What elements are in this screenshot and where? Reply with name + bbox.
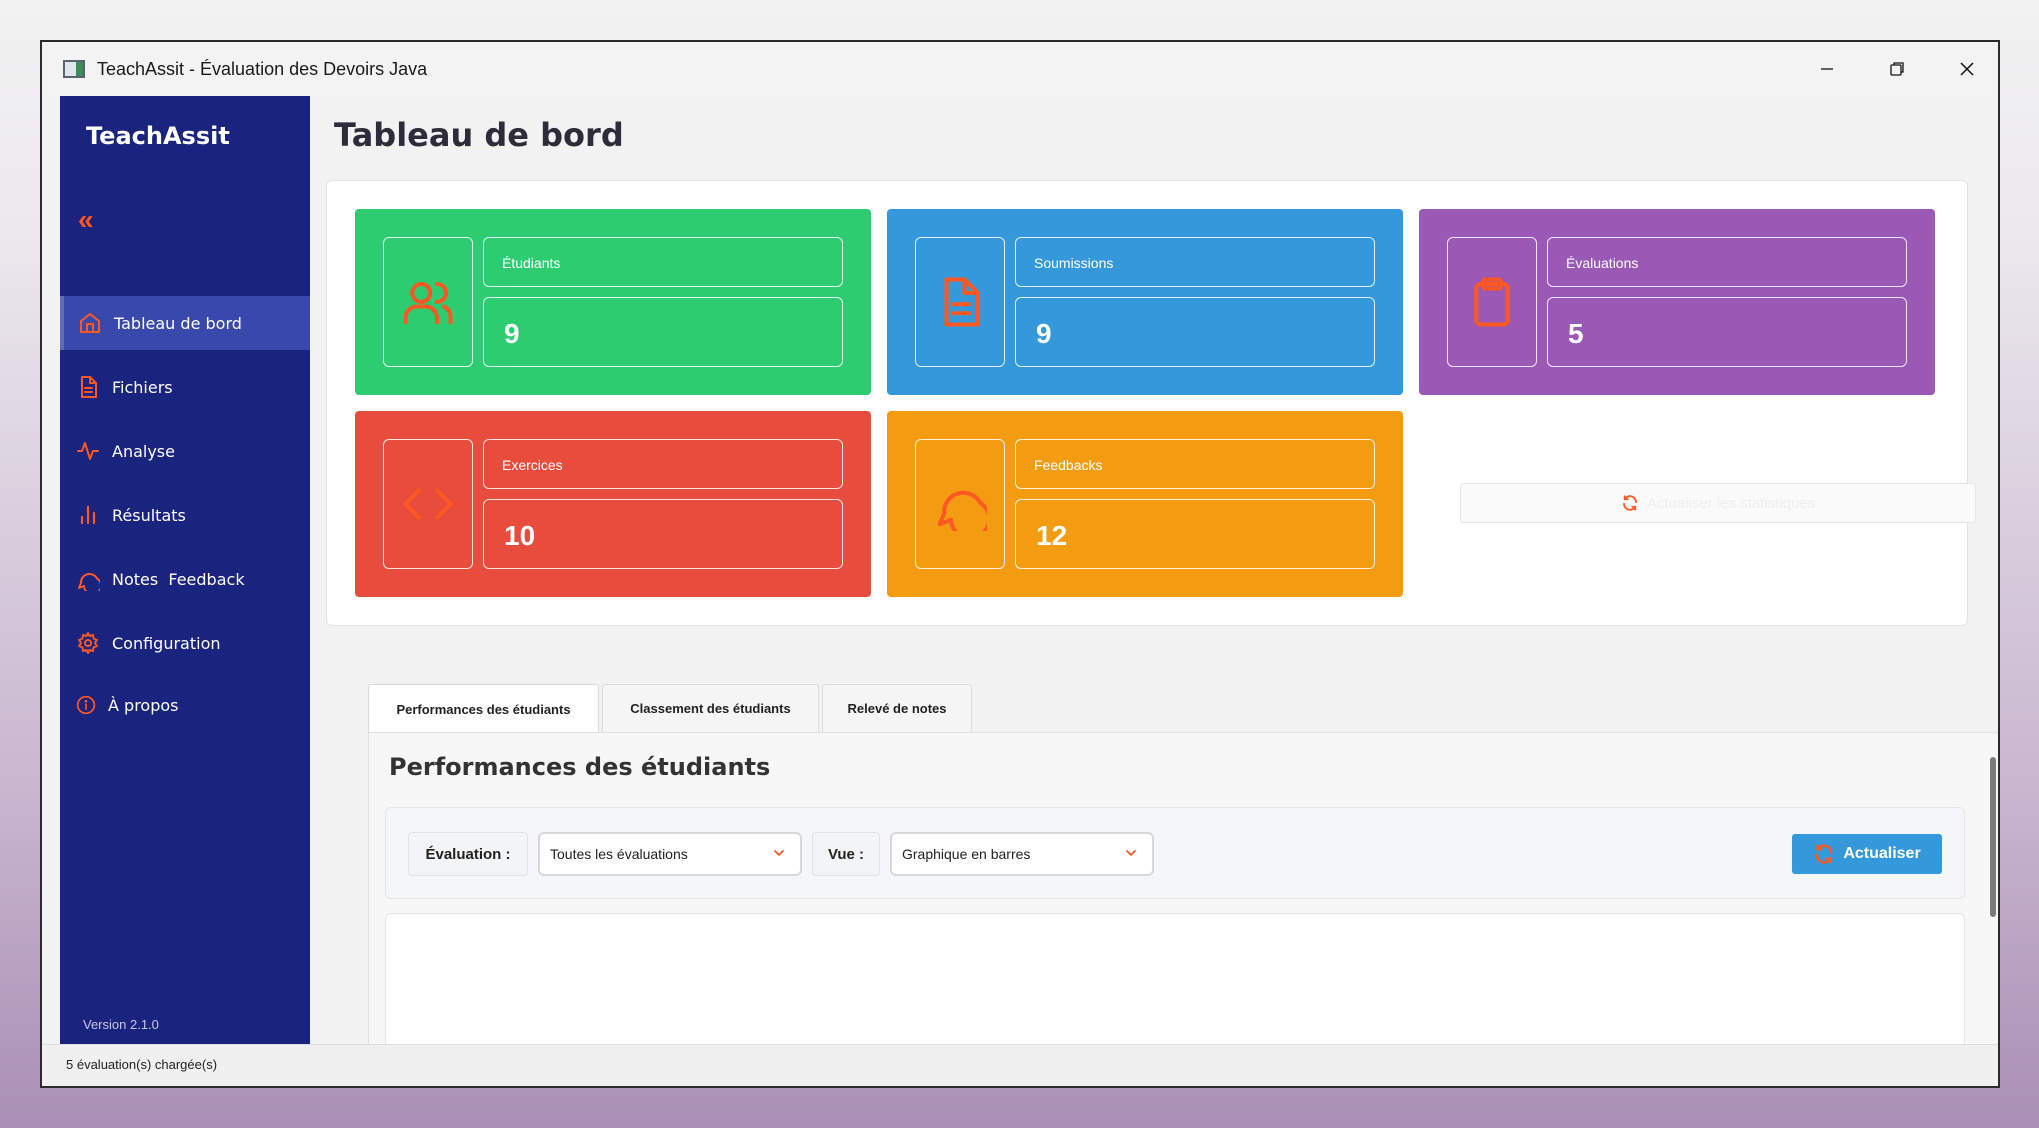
message-circle-icon [937, 490, 987, 531]
view-select[interactable]: Graphique en barres [890, 832, 1154, 876]
sidebar-item-label: Notes Feedback [112, 569, 245, 589]
stat-label: Exercices [483, 439, 843, 489]
refresh-stats-label: Actualiser les statistiques [1646, 494, 1816, 512]
stat-value: 5 [1547, 297, 1907, 367]
sidebar: TeachAssit « Tableau de bord Fichiers An… [60, 96, 310, 1044]
tab-student-performance[interactable]: Performances des étudiants [368, 684, 599, 733]
close-icon [1960, 62, 1974, 76]
refresh-icon [1815, 844, 1833, 864]
restore-icon [1890, 62, 1904, 76]
view-filter-label: Vue : [812, 832, 880, 876]
chevron-down-icon [1126, 850, 1136, 856]
sidebar-item-files[interactable]: Fichiers [60, 360, 310, 414]
stat-card-feedbacks: Feedbacks 12 [887, 411, 1403, 597]
stat-icon-box [383, 439, 473, 569]
refresh-icon [1622, 495, 1637, 511]
performance-panel: Performances des étudiants Évaluation : … [368, 732, 1998, 1073]
clipboard-icon [1474, 277, 1510, 327]
code-icon [403, 488, 453, 520]
stat-value: 9 [483, 297, 843, 367]
stat-label: Feedbacks [1015, 439, 1375, 489]
sidebar-item-dashboard[interactable]: Tableau de bord [60, 296, 310, 350]
app-window: TeachAssit - Évaluation des Devoirs Java… [40, 40, 2000, 1088]
status-text: 5 évaluation(s) chargée(s) [66, 1057, 218, 1072]
stat-label: Évaluations [1547, 237, 1907, 287]
app-brand: TeachAssit [86, 122, 230, 150]
tab-student-ranking[interactable]: Classement des étudiants [602, 684, 819, 732]
stat-label: Soumissions [1015, 237, 1375, 287]
home-icon [80, 313, 100, 333]
filter-bar: Évaluation : Toutes les évaluations Vue … [385, 807, 1965, 899]
refresh-button[interactable]: Actualiser [1792, 834, 1942, 874]
restore-button[interactable] [1862, 42, 1932, 96]
gear-icon [78, 632, 98, 654]
stats-panel: Étudiants 9 Soumissions 9 Évaluations 5 … [326, 180, 1976, 626]
evaluation-filter-label: Évaluation : [408, 832, 528, 876]
chevron-down-icon [774, 850, 784, 856]
stat-value: 9 [1015, 297, 1375, 367]
sidebar-item-configuration[interactable]: Configuration [60, 616, 310, 670]
app-icon [63, 60, 85, 78]
page-title: Tableau de bord [334, 116, 624, 154]
stat-value: 10 [483, 499, 843, 569]
evaluation-select[interactable]: Toutes les évaluations [538, 832, 802, 876]
users-icon [403, 281, 453, 325]
refresh-stats-button[interactable]: Actualiser les statistiques [1460, 483, 1976, 523]
sidebar-item-label: Configuration [112, 633, 221, 653]
sidebar-item-label: Fichiers [112, 377, 173, 397]
stat-icon-box [915, 439, 1005, 569]
stat-value: 12 [1015, 499, 1375, 569]
sidebar-item-label: Analyse [112, 441, 175, 461]
minimize-button[interactable] [1792, 42, 1862, 96]
stat-icon-box [1447, 237, 1537, 367]
stat-icon-box [915, 237, 1005, 367]
vertical-scrollbar[interactable] [1990, 757, 1996, 917]
section-title: Performances des étudiants [389, 753, 771, 781]
sidebar-item-about[interactable]: À propos [60, 678, 310, 732]
stat-icon-box [383, 237, 473, 367]
file-text-icon [944, 277, 981, 327]
file-icon [81, 376, 97, 398]
minimize-icon [1821, 68, 1833, 70]
stat-card-evaluations: Évaluations 5 [1419, 209, 1935, 395]
stat-card-students: Étudiants 9 [355, 209, 871, 395]
collapse-sidebar-button[interactable]: « [78, 204, 94, 236]
stat-label: Étudiants [483, 237, 843, 287]
activity-icon [77, 442, 99, 460]
window-title: TeachAssit - Évaluation des Devoirs Java [97, 58, 428, 79]
info-icon [76, 695, 96, 715]
evaluation-select-value: Toutes les évaluations [550, 846, 688, 862]
bar-chart-icon [80, 505, 96, 525]
stat-card-exercises: Exercices 10 [355, 411, 871, 597]
title-bar: TeachAssit - Évaluation des Devoirs Java [42, 42, 1998, 96]
refresh-button-label: Actualiser [1843, 845, 1921, 862]
sidebar-item-label: À propos [108, 695, 179, 715]
status-bar: 5 évaluation(s) chargée(s) [42, 1044, 1998, 1086]
tab-grade-report[interactable]: Relevé de notes [822, 684, 972, 732]
close-button[interactable] [1932, 42, 1998, 96]
sidebar-item-label: Tableau de bord [114, 313, 242, 333]
sidebar-item-results[interactable]: Résultats [60, 488, 310, 542]
tab-bar: Performances des étudiants Classement de… [368, 684, 975, 733]
sidebar-item-label: Résultats [112, 505, 186, 525]
message-icon [78, 572, 100, 591]
stat-card-submissions: Soumissions 9 [887, 209, 1403, 395]
view-select-value: Graphique en barres [902, 846, 1031, 862]
sidebar-item-notes-feedback[interactable]: Notes Feedback [60, 552, 310, 606]
version-label: Version 2.1.0 [83, 1017, 159, 1032]
sidebar-item-analysis[interactable]: Analyse [60, 424, 310, 478]
